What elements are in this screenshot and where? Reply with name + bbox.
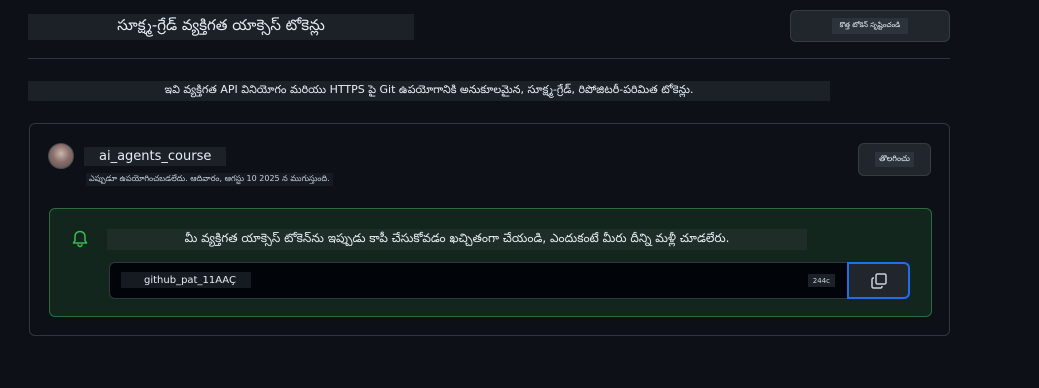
token-value-field[interactable]: github_pat_11AAÇ 244c <box>109 262 848 299</box>
delete-token-button[interactable]: తొలగించు <box>858 143 931 176</box>
new-token-flash: మీ వ్యక్తిగత యాక్సెస్ టోకెన్‌ను ఇప్పుడు … <box>49 208 932 317</box>
bell-icon <box>72 230 88 248</box>
tokens-page: సూక్ష్మ-గ్రేడ్ వ్యక్తిగత యాక్సెస్ టోకెన్… <box>0 0 1039 388</box>
page-title: సూక్ష్మ-గ్రేడ్ వ్యక్తిగత యాక్సెస్ టోకెన్… <box>28 14 414 40</box>
flash-message: మీ వ్యక్తిగత యాక్సెస్ టోకెన్‌ను ఇప్పుడు … <box>107 229 807 250</box>
generate-new-token-label: కొత్త టోకెన్ సృష్టించండి <box>831 18 909 34</box>
copy-token-button[interactable] <box>847 262 910 299</box>
token-char-count: 244c <box>807 274 835 287</box>
avatar <box>48 143 74 169</box>
page-header: సూక్ష్మ-గ్రేడ్ వ్యక్తిగత యాక్సెస్ టోకెన్… <box>28 10 950 59</box>
token-meta: ఎప్పుడూ ఉపయోగించబడలేదు. ఆదివారం, ఆగస్టు … <box>86 173 333 186</box>
generate-new-token-button[interactable]: కొత్త టోకెన్ సృష్టించండి <box>790 10 950 42</box>
token-name-link[interactable]: ai_agents_course <box>84 147 227 166</box>
delete-token-label: తొలగించు <box>875 152 914 167</box>
token-value: github_pat_11AAÇ <box>121 272 251 288</box>
copy-icon <box>870 272 887 289</box>
token-card: ai_agents_course ఎప్పుడూ ఉపయోగించబడలేదు.… <box>29 123 950 336</box>
page-description: ఇవి వ్యక్తిగత API వినియోగం మరియు HTTPS ప… <box>28 81 830 101</box>
